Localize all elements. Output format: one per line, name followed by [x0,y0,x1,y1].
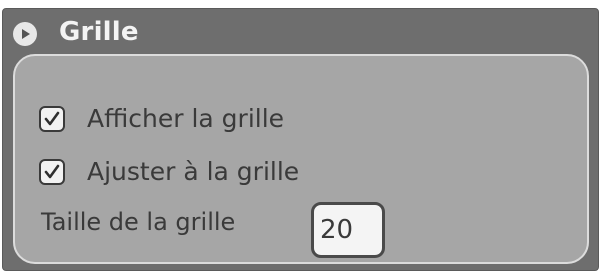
checkmark-icon [44,164,60,178]
snap-to-grid-option[interactable]: Ajuster à la grille [39,157,299,186]
grid-settings-panel: Grille Afficher la grille Ajuster à la g… [2,8,599,271]
panel-title: Grille [59,17,139,47]
grid-size-label: Taille de la grille [41,208,236,236]
show-grid-label: Afficher la grille [87,104,285,133]
panel-body: Afficher la grille Ajuster à la grille T… [13,54,589,264]
show-grid-option[interactable]: Afficher la grille [39,104,284,133]
checkmark-icon [44,111,60,125]
snap-to-grid-label: Ajuster à la grille [87,157,300,186]
grid-size-input[interactable] [311,202,385,258]
snap-to-grid-checkbox[interactable] [39,158,65,185]
show-grid-checkbox[interactable] [39,105,65,132]
panel-header: Grille [3,9,598,55]
play-triangle-icon[interactable] [13,22,37,46]
